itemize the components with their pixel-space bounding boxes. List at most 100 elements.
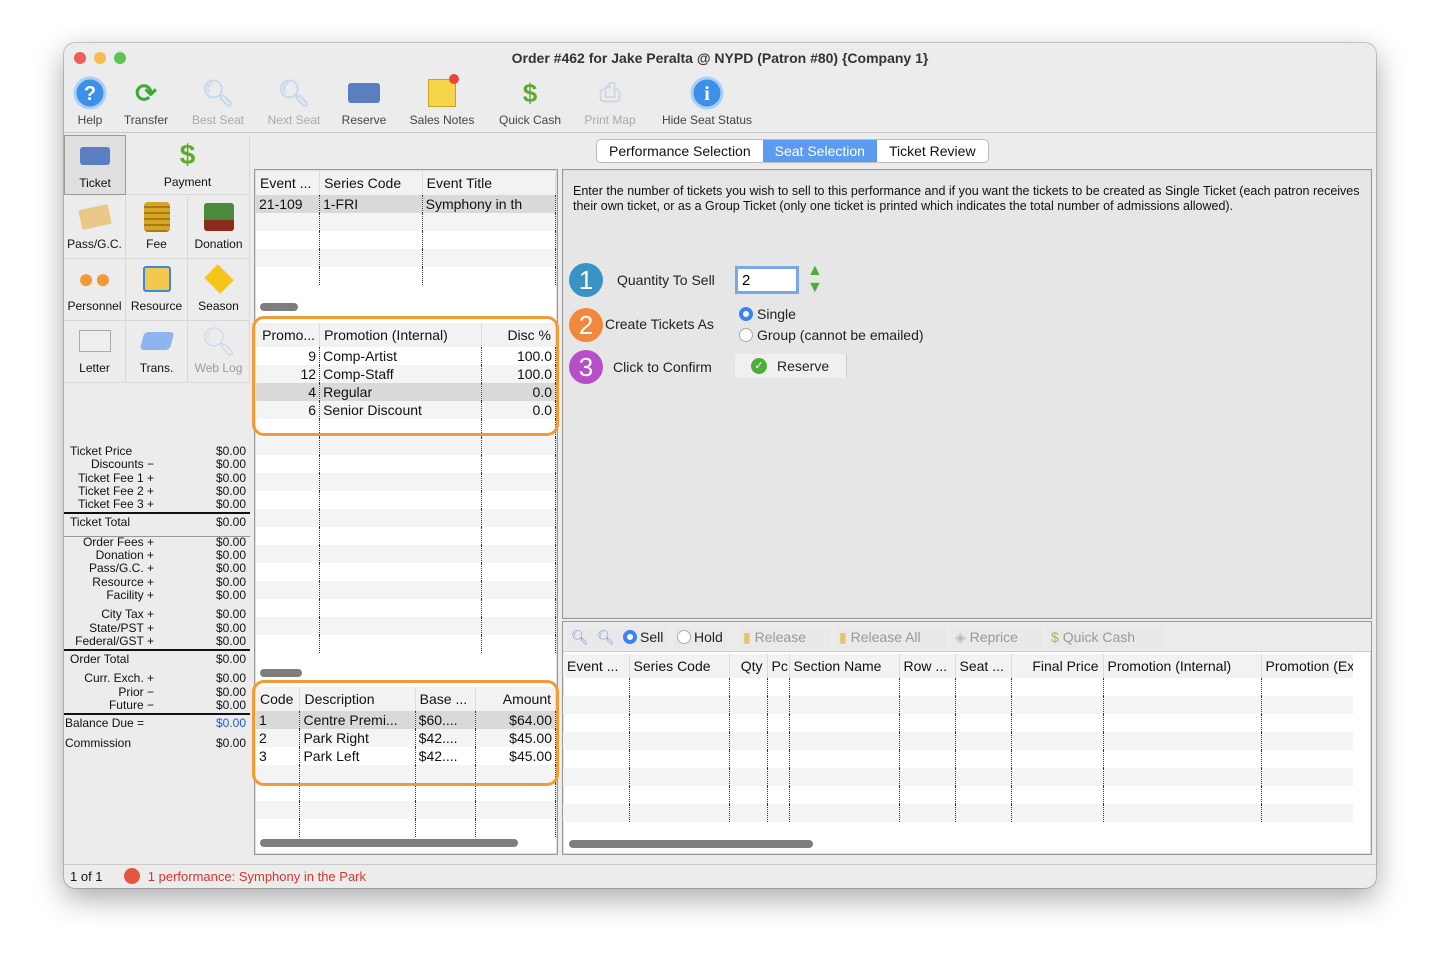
quantity-stepper[interactable]: ▲ ▼ bbox=[807, 262, 823, 296]
table-row[interactable]: 21-109 1-FRI Symphony in th bbox=[256, 195, 557, 213]
table-row[interactable] bbox=[256, 491, 556, 509]
sidebar-trans-button[interactable]: Trans. bbox=[126, 321, 188, 383]
tab-seat-selection[interactable]: Seat Selection bbox=[762, 140, 877, 162]
help-button[interactable]: ? Help bbox=[70, 75, 110, 127]
column-header[interactable]: Final Price bbox=[1011, 654, 1104, 678]
reserve-button-confirm[interactable]: ✓ Reserve bbox=[735, 354, 847, 378]
sell-radio[interactable]: Sell bbox=[619, 626, 668, 648]
column-header[interactable]: Event ... bbox=[256, 171, 321, 195]
table-row[interactable]: 1 Centre Premi... $60.... $64.00 bbox=[256, 711, 556, 729]
prices-hscrollbar[interactable] bbox=[260, 839, 518, 847]
print-map-button[interactable]: ⎙ Print Map bbox=[578, 75, 642, 127]
sidebar-resource-button[interactable]: Resource bbox=[126, 259, 188, 321]
table-row[interactable] bbox=[256, 581, 556, 599]
table-row[interactable] bbox=[256, 545, 556, 563]
next-seat-button[interactable]: 🔍︎ Next Seat bbox=[262, 75, 326, 128]
table-row[interactable]: 3 Park Left $42.... $45.00 bbox=[256, 747, 556, 765]
column-header[interactable]: Row ... bbox=[899, 654, 956, 678]
table-row[interactable]: 9 Comp-Artist 100.0 bbox=[256, 347, 556, 365]
table-row[interactable] bbox=[256, 473, 556, 491]
sidebar-payment-button[interactable]: $ Payment bbox=[126, 135, 250, 195]
minimize-button[interactable] bbox=[94, 52, 106, 64]
tab-ticket-review[interactable]: Ticket Review bbox=[877, 140, 988, 162]
table-row[interactable]: 6 Senior Discount 0.0 bbox=[256, 401, 556, 419]
column-header[interactable]: Code bbox=[256, 687, 301, 711]
table-row[interactable] bbox=[256, 599, 556, 617]
table-row[interactable] bbox=[256, 783, 556, 801]
table-row[interactable] bbox=[256, 617, 556, 635]
zoom-button[interactable] bbox=[114, 52, 126, 64]
sidebar-letter-button[interactable]: Letter bbox=[64, 321, 126, 383]
table-row[interactable] bbox=[563, 768, 1353, 786]
table-row[interactable] bbox=[563, 714, 1353, 732]
table-row[interactable] bbox=[563, 732, 1353, 750]
table-row[interactable] bbox=[256, 213, 557, 231]
sidebar-donation-button[interactable]: Donation bbox=[188, 197, 250, 259]
table-row[interactable] bbox=[256, 249, 557, 267]
column-header[interactable]: Promotion (Ex bbox=[1261, 654, 1353, 678]
table-row[interactable]: 2 Park Right $42.... $45.00 bbox=[256, 729, 556, 747]
sidebar-season-button[interactable]: Season bbox=[188, 259, 250, 321]
add-seat-icon[interactable]: 🔍︎ bbox=[593, 626, 619, 648]
table-row[interactable]: 12 Comp-Staff 100.0 bbox=[256, 365, 556, 383]
reserve-button[interactable]: Reserve bbox=[336, 75, 392, 127]
release-button[interactable]: ▮ Release bbox=[739, 626, 831, 648]
table-row[interactable] bbox=[256, 509, 556, 527]
table-row[interactable]: 4 Regular 0.0 bbox=[256, 383, 556, 401]
column-header[interactable]: Amount bbox=[475, 687, 556, 711]
table-row[interactable] bbox=[563, 804, 1353, 822]
table-row[interactable] bbox=[256, 419, 556, 437]
arrow-down-icon[interactable]: ▼ bbox=[807, 279, 823, 296]
arrow-up-icon[interactable]: ▲ bbox=[807, 262, 823, 279]
table-row[interactable] bbox=[256, 437, 556, 455]
find-seat-icon[interactable]: 🔍︎ bbox=[567, 626, 593, 648]
column-header[interactable]: Event Title bbox=[422, 171, 557, 195]
quick-cash-bottom-button[interactable]: $ Quick Cash bbox=[1047, 626, 1165, 648]
quick-cash-button[interactable]: $ Quick Cash bbox=[492, 75, 568, 128]
table-row[interactable] bbox=[563, 678, 1353, 696]
seats-hscrollbar[interactable] bbox=[569, 840, 813, 848]
table-row[interactable] bbox=[563, 696, 1353, 714]
column-header[interactable]: Base ... bbox=[415, 687, 477, 711]
quantity-input[interactable] bbox=[735, 266, 799, 294]
table-row[interactable] bbox=[256, 765, 556, 783]
column-header[interactable]: Promotion (Internal) bbox=[1103, 654, 1262, 678]
sidebar-fee-button[interactable]: Fee bbox=[126, 197, 188, 259]
column-header[interactable]: Series Code bbox=[319, 171, 423, 195]
sales-notes-button[interactable]: Sales Notes bbox=[404, 74, 480, 127]
best-seat-button[interactable]: 🔍︎ Best Seat bbox=[186, 75, 250, 128]
column-header[interactable]: Series Code bbox=[629, 654, 730, 678]
column-header[interactable]: Disc % bbox=[481, 323, 556, 347]
hold-radio[interactable]: Hold bbox=[673, 626, 727, 648]
table-row[interactable] bbox=[256, 455, 556, 473]
column-header[interactable]: Seat ... bbox=[955, 654, 1012, 678]
table-row[interactable] bbox=[256, 527, 556, 545]
hide-seat-status-button[interactable]: i Hide Seat Status bbox=[654, 75, 760, 127]
column-header[interactable]: Event ... bbox=[563, 654, 630, 678]
reprice-button[interactable]: ◈ Reprice bbox=[951, 626, 1043, 648]
sidebar-pass-gc-button[interactable]: Pass/G.C. bbox=[64, 197, 126, 259]
sidebar-personnel-button[interactable]: ●● Personnel bbox=[64, 259, 126, 321]
table-row[interactable] bbox=[563, 750, 1353, 768]
table-row[interactable] bbox=[256, 563, 556, 581]
radio-group[interactable]: Group (cannot be emailed) bbox=[739, 327, 924, 343]
table-row[interactable] bbox=[256, 801, 556, 819]
column-header[interactable]: Description bbox=[299, 687, 416, 711]
table-row[interactable] bbox=[563, 786, 1353, 804]
column-header[interactable]: Section Name bbox=[789, 654, 900, 678]
table-row[interactable] bbox=[256, 819, 556, 837]
table-row[interactable] bbox=[256, 267, 557, 285]
radio-single[interactable]: Single bbox=[739, 306, 796, 322]
column-header[interactable]: Pc bbox=[767, 654, 790, 678]
column-header[interactable]: Promo... bbox=[256, 323, 321, 347]
table-row[interactable] bbox=[256, 231, 557, 249]
column-header[interactable]: Qty bbox=[729, 654, 768, 678]
sidebar-ticket-button[interactable]: Ticket bbox=[64, 135, 126, 195]
table-row[interactable] bbox=[256, 635, 556, 653]
sidebar-web-log-button[interactable]: 🔍︎ Web Log bbox=[188, 321, 250, 383]
column-header[interactable]: Promotion (Internal) bbox=[319, 323, 483, 347]
release-all-button[interactable]: ▮ Release All bbox=[835, 626, 947, 648]
promotions-hscrollbar[interactable] bbox=[260, 669, 302, 677]
tab-performance-selection[interactable]: Performance Selection bbox=[597, 140, 763, 162]
close-button[interactable] bbox=[74, 52, 86, 64]
